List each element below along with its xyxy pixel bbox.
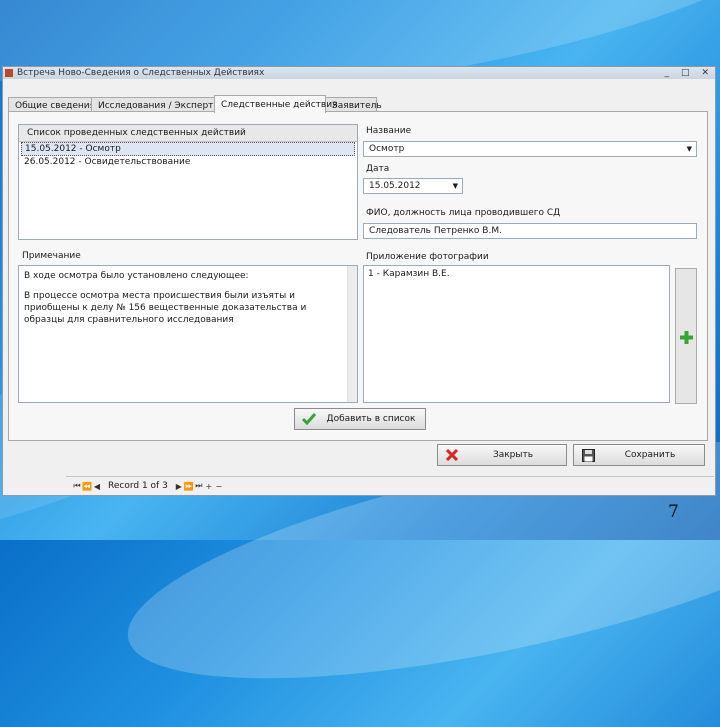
name-label: Название [366, 126, 412, 136]
minimize-button[interactable]: _ [664, 68, 669, 78]
chevron-down-icon[interactable]: ▼ [453, 179, 458, 193]
last-record-icon[interactable]: ⏭ [194, 481, 204, 491]
name-select[interactable]: Осмотр ▼ [363, 141, 697, 157]
close-icon [444, 447, 460, 463]
photos-list[interactable]: 1 - Карамзин В.Е. [363, 265, 670, 403]
prev-page-icon[interactable]: ⏪ [82, 482, 92, 491]
photos-toolbar [675, 268, 697, 404]
actions-list-header: Список проведенных следственных действий [19, 125, 357, 142]
officer-field[interactable]: Следователь Петренко В.М. [363, 223, 697, 239]
note-textarea[interactable]: В ходе осмотра было установлено следующе… [18, 265, 358, 403]
officer-label: ФИО, должность лица проводившего СД [366, 208, 561, 218]
add-to-list-label: Добавить в список [326, 414, 416, 424]
close-button[interactable]: Закрыть [437, 444, 567, 466]
prev-record-icon[interactable]: ◀ [92, 482, 102, 491]
save-button[interactable]: Сохранить [573, 444, 705, 466]
note-scrollbar[interactable] [347, 266, 357, 402]
note-paragraph: В ходе осмотра было установлено следующе… [24, 271, 249, 281]
add-record-icon[interactable]: + [204, 482, 214, 491]
add-to-list-button[interactable]: Добавить в список [294, 408, 426, 430]
note-paragraph: В процессе осмотра места происшествия бы… [24, 291, 307, 325]
close-label: Закрыть [492, 450, 534, 460]
plus-icon[interactable] [680, 331, 693, 344]
tab-investigative-actions[interactable]: Следственные действия [214, 95, 337, 113]
close-window-button[interactable]: ✕ [701, 68, 709, 78]
next-record-icon[interactable]: ▶ [174, 482, 184, 491]
date-label: Дата [366, 164, 390, 174]
title-bar: Встреча Ново-Сведения о Следственных Дей… [3, 67, 715, 79]
actions-list[interactable]: Список проведенных следственных действий… [18, 124, 358, 240]
name-value: Осмотр [369, 144, 405, 154]
save-label: Сохранить [624, 450, 676, 460]
delete-record-icon[interactable]: − [214, 482, 224, 491]
slide-page-number: 7 [668, 502, 679, 522]
note-label: Примечание [22, 251, 81, 261]
date-value: 15.05.2012 [369, 181, 421, 191]
maximize-button[interactable]: □ [681, 68, 690, 78]
list-item[interactable]: 15.05.2012 - Осмотр [21, 142, 355, 156]
record-counter: Record 1 of 3 [108, 481, 168, 491]
app-icon [5, 69, 13, 77]
chevron-down-icon[interactable]: ▼ [687, 142, 692, 156]
list-item[interactable]: 1 - Карамзин В.Е. [368, 269, 665, 279]
record-navigator: ⏮ ⏪ ◀ Record 1 of 3 ▶ ⏩ ⏭ + − [66, 476, 714, 495]
checkmark-icon [301, 411, 317, 427]
date-picker[interactable]: 15.05.2012 ▼ [363, 178, 463, 194]
first-record-icon[interactable]: ⏮ [72, 481, 82, 491]
floppy-disk-icon [580, 447, 596, 463]
officer-value: Следователь Петренко В.М. [369, 226, 502, 236]
next-page-icon[interactable]: ⏩ [184, 482, 194, 491]
window-title: Встреча Ново-Сведения о Следственных Дей… [17, 68, 265, 78]
photos-label: Приложение фотографии [366, 252, 489, 262]
list-item[interactable]: 26.05.2012 - Освидетельствование [21, 156, 355, 168]
